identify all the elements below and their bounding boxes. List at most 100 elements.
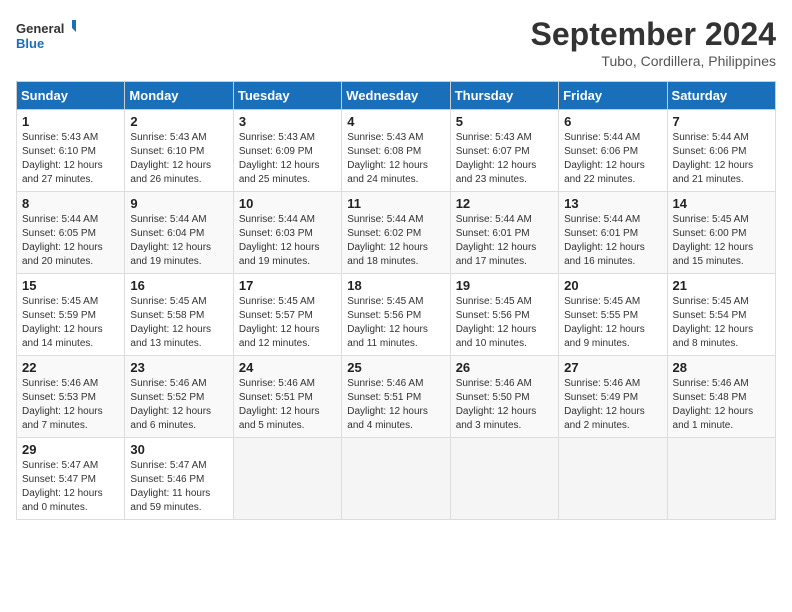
day-info: Sunrise: 5:44 AMSunset: 6:02 PMDaylight:… (347, 213, 444, 269)
day-info: Sunrise: 5:45 AMSunset: 5:58 PMDaylight:… (130, 295, 227, 351)
day-cell: 13 Sunrise: 5:44 AMSunset: 6:01 PMDaylig… (559, 192, 667, 274)
day-info: Sunrise: 5:43 AMSunset: 6:07 PMDaylight:… (456, 131, 553, 187)
day-info: Sunrise: 5:46 AMSunset: 5:51 PMDaylight:… (239, 377, 336, 433)
day-info: Sunrise: 5:46 AMSunset: 5:49 PMDaylight:… (564, 377, 661, 433)
svg-text:Blue: Blue (16, 36, 44, 51)
day-number: 29 (22, 442, 119, 457)
day-cell: 29 Sunrise: 5:47 AMSunset: 5:47 PMDaylig… (17, 438, 125, 520)
day-number: 16 (130, 278, 227, 293)
day-number: 8 (22, 196, 119, 211)
column-header-tuesday: Tuesday (233, 82, 341, 110)
day-cell: 9 Sunrise: 5:44 AMSunset: 6:04 PMDayligh… (125, 192, 233, 274)
week-row-5: 29 Sunrise: 5:47 AMSunset: 5:47 PMDaylig… (17, 438, 776, 520)
day-number: 22 (22, 360, 119, 375)
day-number: 15 (22, 278, 119, 293)
day-cell: 5 Sunrise: 5:43 AMSunset: 6:07 PMDayligh… (450, 110, 558, 192)
day-info: Sunrise: 5:45 AMSunset: 5:59 PMDaylight:… (22, 295, 119, 351)
day-info: Sunrise: 5:43 AMSunset: 6:10 PMDaylight:… (22, 131, 119, 187)
day-info: Sunrise: 5:46 AMSunset: 5:51 PMDaylight:… (347, 377, 444, 433)
day-cell: 27 Sunrise: 5:46 AMSunset: 5:49 PMDaylig… (559, 356, 667, 438)
day-info: Sunrise: 5:44 AMSunset: 6:01 PMDaylight:… (564, 213, 661, 269)
column-header-wednesday: Wednesday (342, 82, 450, 110)
day-number: 2 (130, 114, 227, 129)
day-info: Sunrise: 5:45 AMSunset: 5:57 PMDaylight:… (239, 295, 336, 351)
page-header: General Blue September 2024 Tubo, Cordil… (16, 16, 776, 69)
day-info: Sunrise: 5:46 AMSunset: 5:50 PMDaylight:… (456, 377, 553, 433)
day-cell: 30 Sunrise: 5:47 AMSunset: 5:46 PMDaylig… (125, 438, 233, 520)
day-number: 30 (130, 442, 227, 457)
day-cell: 8 Sunrise: 5:44 AMSunset: 6:05 PMDayligh… (17, 192, 125, 274)
week-row-2: 8 Sunrise: 5:44 AMSunset: 6:05 PMDayligh… (17, 192, 776, 274)
day-number: 21 (673, 278, 770, 293)
day-number: 6 (564, 114, 661, 129)
subtitle: Tubo, Cordillera, Philippines (531, 53, 776, 69)
week-row-3: 15 Sunrise: 5:45 AMSunset: 5:59 PMDaylig… (17, 274, 776, 356)
day-cell: 10 Sunrise: 5:44 AMSunset: 6:03 PMDaylig… (233, 192, 341, 274)
day-info: Sunrise: 5:44 AMSunset: 6:06 PMDaylight:… (673, 131, 770, 187)
day-cell: 20 Sunrise: 5:45 AMSunset: 5:55 PMDaylig… (559, 274, 667, 356)
day-info: Sunrise: 5:46 AMSunset: 5:53 PMDaylight:… (22, 377, 119, 433)
day-info: Sunrise: 5:46 AMSunset: 5:48 PMDaylight:… (673, 377, 770, 433)
day-cell: 22 Sunrise: 5:46 AMSunset: 5:53 PMDaylig… (17, 356, 125, 438)
day-info: Sunrise: 5:47 AMSunset: 5:46 PMDaylight:… (130, 459, 227, 515)
day-cell: 26 Sunrise: 5:46 AMSunset: 5:50 PMDaylig… (450, 356, 558, 438)
header-row: SundayMondayTuesdayWednesdayThursdayFrid… (17, 82, 776, 110)
day-number: 18 (347, 278, 444, 293)
day-info: Sunrise: 5:45 AMSunset: 6:00 PMDaylight:… (673, 213, 770, 269)
day-info: Sunrise: 5:45 AMSunset: 5:55 PMDaylight:… (564, 295, 661, 351)
day-number: 10 (239, 196, 336, 211)
day-number: 11 (347, 196, 444, 211)
month-title: September 2024 (531, 16, 776, 53)
day-number: 24 (239, 360, 336, 375)
day-number: 23 (130, 360, 227, 375)
day-cell: 14 Sunrise: 5:45 AMSunset: 6:00 PMDaylig… (667, 192, 775, 274)
day-number: 9 (130, 196, 227, 211)
day-number: 4 (347, 114, 444, 129)
logo-icon: General Blue (16, 16, 76, 56)
week-row-1: 1 Sunrise: 5:43 AMSunset: 6:10 PMDayligh… (17, 110, 776, 192)
day-number: 25 (347, 360, 444, 375)
day-number: 5 (456, 114, 553, 129)
day-info: Sunrise: 5:47 AMSunset: 5:47 PMDaylight:… (22, 459, 119, 515)
day-cell (233, 438, 341, 520)
day-cell: 4 Sunrise: 5:43 AMSunset: 6:08 PMDayligh… (342, 110, 450, 192)
day-cell: 15 Sunrise: 5:45 AMSunset: 5:59 PMDaylig… (17, 274, 125, 356)
day-number: 13 (564, 196, 661, 211)
column-header-saturday: Saturday (667, 82, 775, 110)
day-cell: 16 Sunrise: 5:45 AMSunset: 5:58 PMDaylig… (125, 274, 233, 356)
day-cell (559, 438, 667, 520)
day-info: Sunrise: 5:44 AMSunset: 6:05 PMDaylight:… (22, 213, 119, 269)
svg-text:General: General (16, 21, 64, 36)
day-number: 19 (456, 278, 553, 293)
day-cell (450, 438, 558, 520)
day-cell: 11 Sunrise: 5:44 AMSunset: 6:02 PMDaylig… (342, 192, 450, 274)
day-number: 12 (456, 196, 553, 211)
column-header-sunday: Sunday (17, 82, 125, 110)
day-cell: 28 Sunrise: 5:46 AMSunset: 5:48 PMDaylig… (667, 356, 775, 438)
day-number: 14 (673, 196, 770, 211)
day-number: 20 (564, 278, 661, 293)
day-cell: 17 Sunrise: 5:45 AMSunset: 5:57 PMDaylig… (233, 274, 341, 356)
column-header-thursday: Thursday (450, 82, 558, 110)
day-number: 27 (564, 360, 661, 375)
day-cell: 6 Sunrise: 5:44 AMSunset: 6:06 PMDayligh… (559, 110, 667, 192)
day-info: Sunrise: 5:43 AMSunset: 6:10 PMDaylight:… (130, 131, 227, 187)
day-info: Sunrise: 5:46 AMSunset: 5:52 PMDaylight:… (130, 377, 227, 433)
day-cell: 23 Sunrise: 5:46 AMSunset: 5:52 PMDaylig… (125, 356, 233, 438)
day-cell: 21 Sunrise: 5:45 AMSunset: 5:54 PMDaylig… (667, 274, 775, 356)
day-cell: 25 Sunrise: 5:46 AMSunset: 5:51 PMDaylig… (342, 356, 450, 438)
day-cell: 7 Sunrise: 5:44 AMSunset: 6:06 PMDayligh… (667, 110, 775, 192)
day-number: 26 (456, 360, 553, 375)
calendar-table: SundayMondayTuesdayWednesdayThursdayFrid… (16, 81, 776, 520)
column-header-friday: Friday (559, 82, 667, 110)
day-cell: 2 Sunrise: 5:43 AMSunset: 6:10 PMDayligh… (125, 110, 233, 192)
day-info: Sunrise: 5:44 AMSunset: 6:03 PMDaylight:… (239, 213, 336, 269)
week-row-4: 22 Sunrise: 5:46 AMSunset: 5:53 PMDaylig… (17, 356, 776, 438)
day-number: 1 (22, 114, 119, 129)
column-header-monday: Monday (125, 82, 233, 110)
day-info: Sunrise: 5:45 AMSunset: 5:56 PMDaylight:… (456, 295, 553, 351)
day-number: 17 (239, 278, 336, 293)
day-info: Sunrise: 5:45 AMSunset: 5:56 PMDaylight:… (347, 295, 444, 351)
day-cell: 24 Sunrise: 5:46 AMSunset: 5:51 PMDaylig… (233, 356, 341, 438)
day-info: Sunrise: 5:43 AMSunset: 6:09 PMDaylight:… (239, 131, 336, 187)
